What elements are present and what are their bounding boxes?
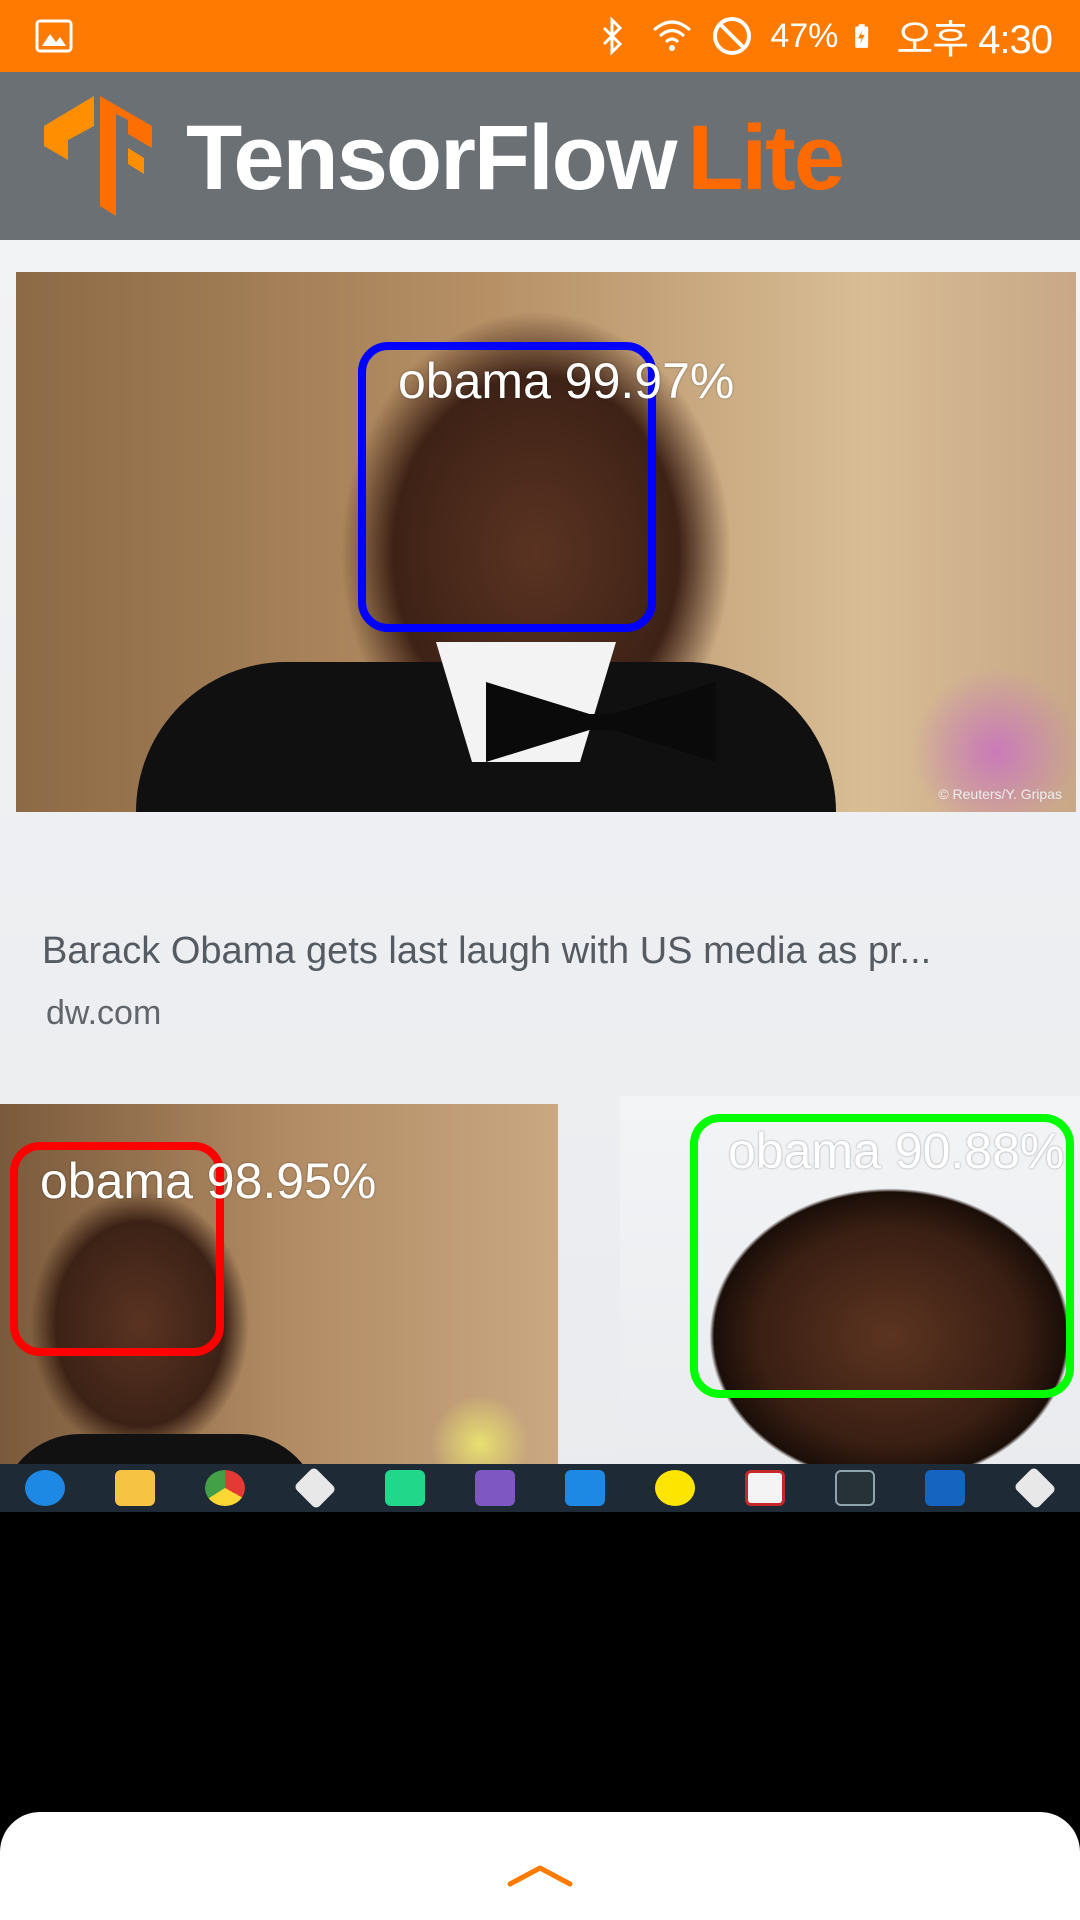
word-icon xyxy=(925,1470,965,1506)
git-icon xyxy=(293,1466,337,1510)
status-icons: 47% 오후 4:30 xyxy=(590,0,1053,72)
tensorflow-logo-icon xyxy=(44,96,152,216)
detection-label-2: obama 98.95% xyxy=(40,1153,377,1209)
detection-label-1: obama 99.97% xyxy=(398,353,735,409)
detection-label-3: obama 90.88% xyxy=(728,1123,1065,1179)
filezilla-icon xyxy=(745,1470,785,1506)
pycharm-icon xyxy=(385,1470,425,1506)
photo-credit: © Reuters/Y. Gripas xyxy=(938,786,1062,802)
battery-percent: 47% xyxy=(770,16,839,55)
article-source: dw.com xyxy=(46,994,162,1032)
edge-icon xyxy=(25,1470,65,1506)
kakaotalk-icon xyxy=(655,1470,695,1506)
bluetooth-icon xyxy=(603,16,623,56)
clock: 오후 4:30 xyxy=(896,18,1053,62)
file-explorer-icon xyxy=(115,1470,155,1506)
article-caption: Barack Obama gets last laugh with US med… xyxy=(42,930,932,972)
app-title-main: TensorFlow xyxy=(186,107,677,209)
chevron-up-icon[interactable] xyxy=(506,1862,574,1888)
bottom-sheet[interactable] xyxy=(0,1812,1080,1920)
status-bar: 47% 오후 4:30 xyxy=(0,0,1080,72)
app-header: TensorFlow Lite xyxy=(0,72,1080,240)
do-not-disturb-icon xyxy=(713,17,752,55)
git-icon xyxy=(1013,1466,1057,1510)
camera-preview: TensorFlow Lite © Reuters/Y. Gripas Barac… xyxy=(0,72,1080,1512)
app-title-accent: Lite xyxy=(687,107,845,209)
battery-charging-icon xyxy=(855,24,869,48)
desktop-taskbar xyxy=(0,1464,1080,1512)
wifi-icon xyxy=(653,20,692,51)
vscode-icon xyxy=(565,1470,605,1506)
chrome-icon xyxy=(205,1470,245,1506)
app-title: TensorFlow Lite xyxy=(186,106,845,211)
visual-studio-icon xyxy=(475,1470,515,1506)
terminal-icon xyxy=(835,1470,875,1506)
gallery-notification-icon xyxy=(35,19,73,53)
